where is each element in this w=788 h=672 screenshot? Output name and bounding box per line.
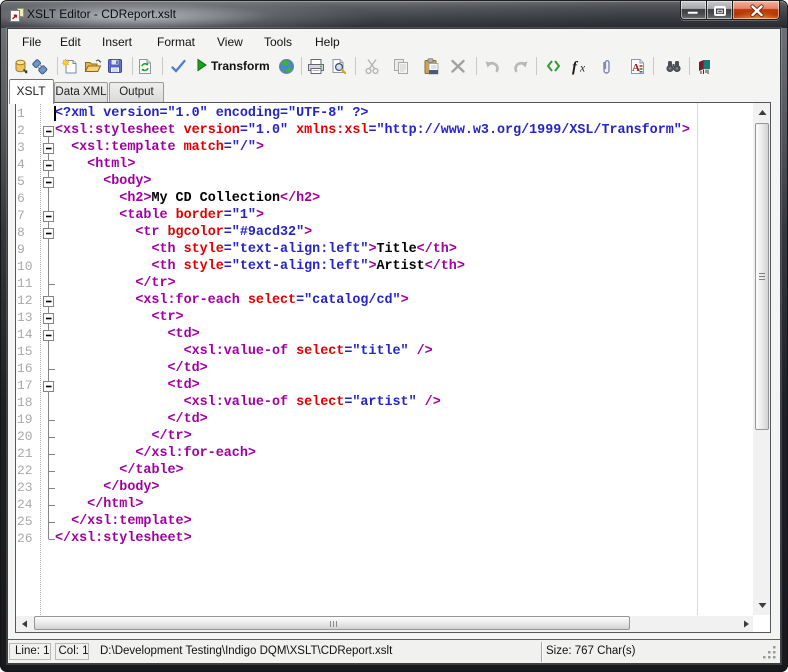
svg-text:A: A [632, 62, 640, 74]
svg-text:x: x [579, 63, 586, 75]
svg-text:f: f [572, 60, 579, 76]
